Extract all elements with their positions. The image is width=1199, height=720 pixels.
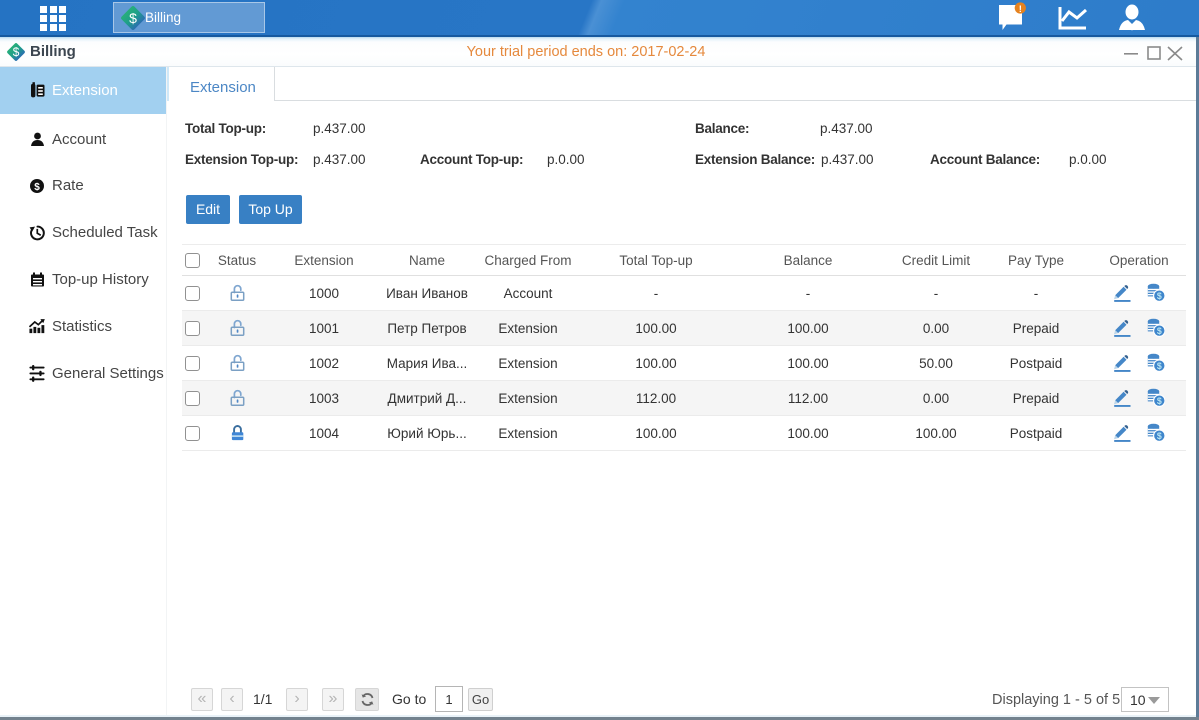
- svg-text:$: $: [1157, 396, 1162, 406]
- svg-text:$: $: [1157, 361, 1162, 371]
- svg-text:$: $: [34, 182, 40, 193]
- svg-text:$: $: [1157, 291, 1162, 301]
- svg-text:$: $: [1157, 431, 1162, 441]
- svg-text:$: $: [1157, 326, 1162, 336]
- svg-text:$: $: [129, 10, 137, 26]
- svg-text:!: !: [1019, 4, 1022, 15]
